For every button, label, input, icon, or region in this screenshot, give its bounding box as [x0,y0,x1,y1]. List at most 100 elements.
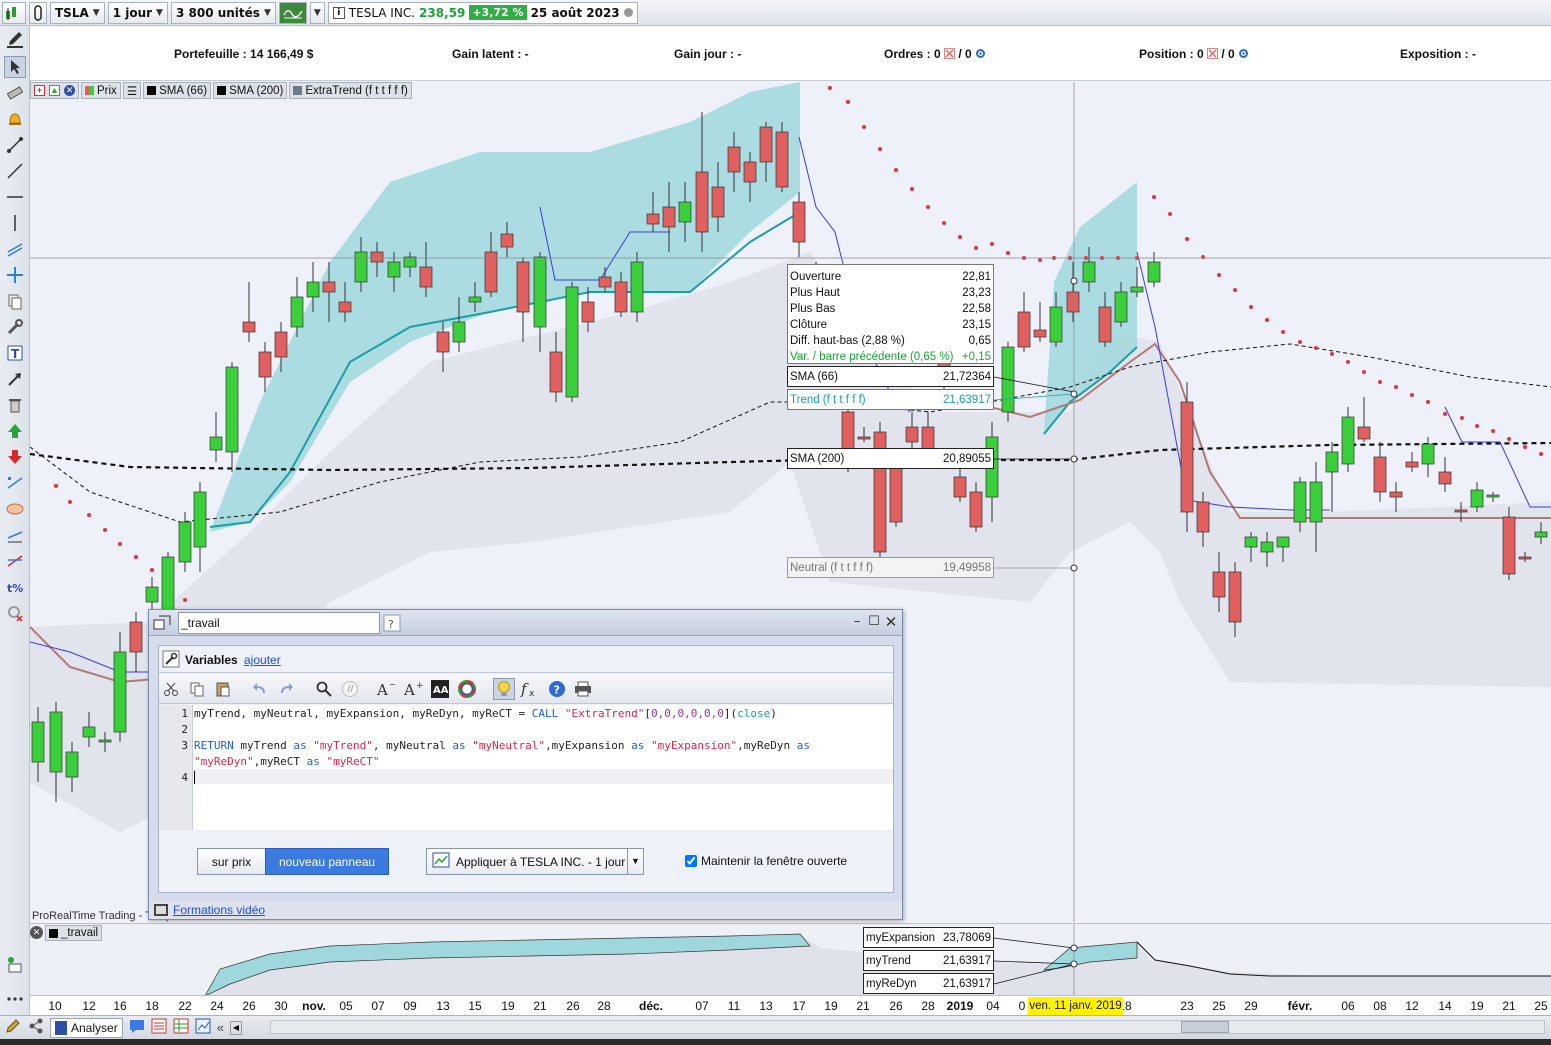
alert-bell-icon[interactable] [4,108,26,130]
add-variable-link[interactable]: ajouter [244,653,281,667]
analyse-label: Analyser [71,1020,118,1035]
pencil-icon[interactable] [4,28,26,50]
indicator-canvas[interactable] [30,924,1551,995]
vertical-line-icon[interactable] [4,212,26,234]
chevron-down-icon[interactable]: ▼ [627,849,643,874]
sar-dot [878,147,882,151]
date-axis[interactable]: 10 12 16 18 22 24 26 30 nov. 05 07 09 13 15 19 21 26 28 dé… [30,995,1551,1015]
legend-sma200[interactable]: SMA (200) [213,82,288,99]
font-decrease-icon[interactable]: A − [375,678,397,700]
text-style-icon[interactable]: AA [429,678,451,700]
keep-open-checkbox[interactable] [685,855,697,867]
close-icon[interactable]: ✕ [30,926,43,939]
gear-icon[interactable] [1238,48,1249,59]
trend-line-icon[interactable] [4,160,26,182]
program-name-field[interactable]: _travail [178,612,380,634]
move-icon[interactable] [4,264,26,286]
help-icon[interactable]: ? [546,678,568,700]
legend-list[interactable]: ☰ [122,82,142,99]
keep-open-option[interactable]: Maintenir la fenêtre ouverte [685,854,847,868]
timeframe-selector[interactable]: 1 jour ▼ [107,1,168,24]
arrow-down-icon[interactable] [4,446,26,468]
segment-icon[interactable] [4,134,26,156]
chart-type-icon[interactable] [2,1,26,24]
close-button[interactable]: ✕ [883,613,899,631]
orders-list-icon[interactable] [151,1018,167,1037]
cut-icon[interactable] [160,678,182,700]
minimize-button[interactable]: – [849,613,865,631]
new-panel-button[interactable]: nouveau panneau [265,848,389,875]
arrow-up-icon[interactable] [4,420,26,442]
undo-icon[interactable] [249,678,271,700]
table-icon[interactable] [173,1018,189,1037]
tools-icon[interactable] [4,316,26,338]
chat-icon[interactable] [129,1018,145,1037]
on-price-button[interactable]: sur prix [197,848,266,875]
alerts-panel-icon[interactable] [4,954,26,976]
close-icon[interactable]: ✕ [64,85,75,96]
expand-icon[interactable]: ▲ [49,85,60,96]
comment-icon[interactable] [339,678,361,700]
sar-dot [1475,424,1479,428]
info-icon[interactable]: i [332,6,345,19]
cancel-orders-icon[interactable] [944,48,956,59]
scrollbar-thumb[interactable] [1181,1021,1229,1033]
candle-bearish [436,331,450,353]
video-tutorials-link[interactable]: Formations vidéo [173,903,265,917]
color-wheel-icon[interactable] [456,678,478,700]
legend-extratrend[interactable]: ExtraTrend (f t t f f f) [289,82,412,99]
trash-icon[interactable] [4,394,26,416]
analyse-tab[interactable]: Analyser [50,1017,123,1038]
percent-icon[interactable]: t% [4,576,26,598]
scroll-left-icon[interactable]: ◀ [229,1020,242,1035]
link-icon[interactable] [29,1,47,24]
ticker-selector[interactable]: TSLA ▼ [50,1,105,24]
horizontal-line-icon[interactable] [4,186,26,208]
indicator-panel[interactable]: ✕ _travail myExpansion 23,78069 myTrend 21… [30,923,1551,995]
wrench-icon[interactable] [162,650,180,671]
units-selector[interactable]: 3 800 unités ▼ [170,1,276,24]
search-icon[interactable] [313,678,335,700]
maximize-button[interactable]: ☐ [866,613,882,631]
arrow-tool-icon[interactable] [4,368,26,390]
apply-button[interactable]: Appliquer à TESLA INC. - 1 jour ▼ [426,848,644,875]
function-icon[interactable]: fx [519,678,541,700]
regression-icon[interactable] [4,524,26,546]
print-icon[interactable] [572,678,594,700]
help-doc-icon[interactable]: ? [383,614,401,635]
date-tick-label: 10 [48,999,62,1013]
legend-price[interactable]: Prix [81,82,121,99]
lightbulb-icon[interactable] [493,678,515,700]
editor-titlebar[interactable]: _travail ? – ☐ ✕ [149,610,902,636]
cursor-icon[interactable] [4,56,26,78]
indicator-editor-window[interactable]: _travail ? – ☐ ✕ Variables ajouter A − A +… [148,609,903,920]
copy-icon[interactable] [186,678,208,700]
text-icon[interactable]: T [4,342,26,364]
ellipse-icon[interactable] [4,498,26,520]
candle-bullish [1486,494,1500,498]
close-position-icon[interactable] [1207,48,1219,59]
projection-icon[interactable] [4,550,26,572]
legend-price-label: Prix [97,84,117,97]
add-icon[interactable]: + [34,85,45,96]
indicator-legend-item[interactable]: _travail [45,925,103,941]
share-icon[interactable] [28,1018,44,1037]
settings-remove-icon[interactable] [4,602,26,624]
horizontal-scrollbar[interactable] [270,1020,1545,1034]
ruler-icon[interactable] [4,82,26,104]
indicators-dropdown[interactable]: ▼ [309,1,325,24]
font-increase-icon[interactable]: A + [402,678,424,700]
code-editor[interactable]: 1 2 3 4 myTrend, myNeutral, myExpansion,… [159,705,893,830]
more-icon[interactable] [4,988,26,1010]
gear-icon[interactable] [975,48,986,59]
copy-icon[interactable] [4,290,26,312]
pencil-icon[interactable] [4,1018,22,1037]
double-chevron-left-icon[interactable]: « [217,1020,224,1035]
redo-icon[interactable] [275,678,297,700]
legend-sma66[interactable]: SMA (66) [143,82,212,99]
channel-icon[interactable] [4,238,26,260]
screener-icon[interactable] [195,1018,211,1037]
fibonacci-icon[interactable] [4,472,26,494]
indicators-button[interactable] [278,1,307,24]
paste-icon[interactable] [212,678,234,700]
